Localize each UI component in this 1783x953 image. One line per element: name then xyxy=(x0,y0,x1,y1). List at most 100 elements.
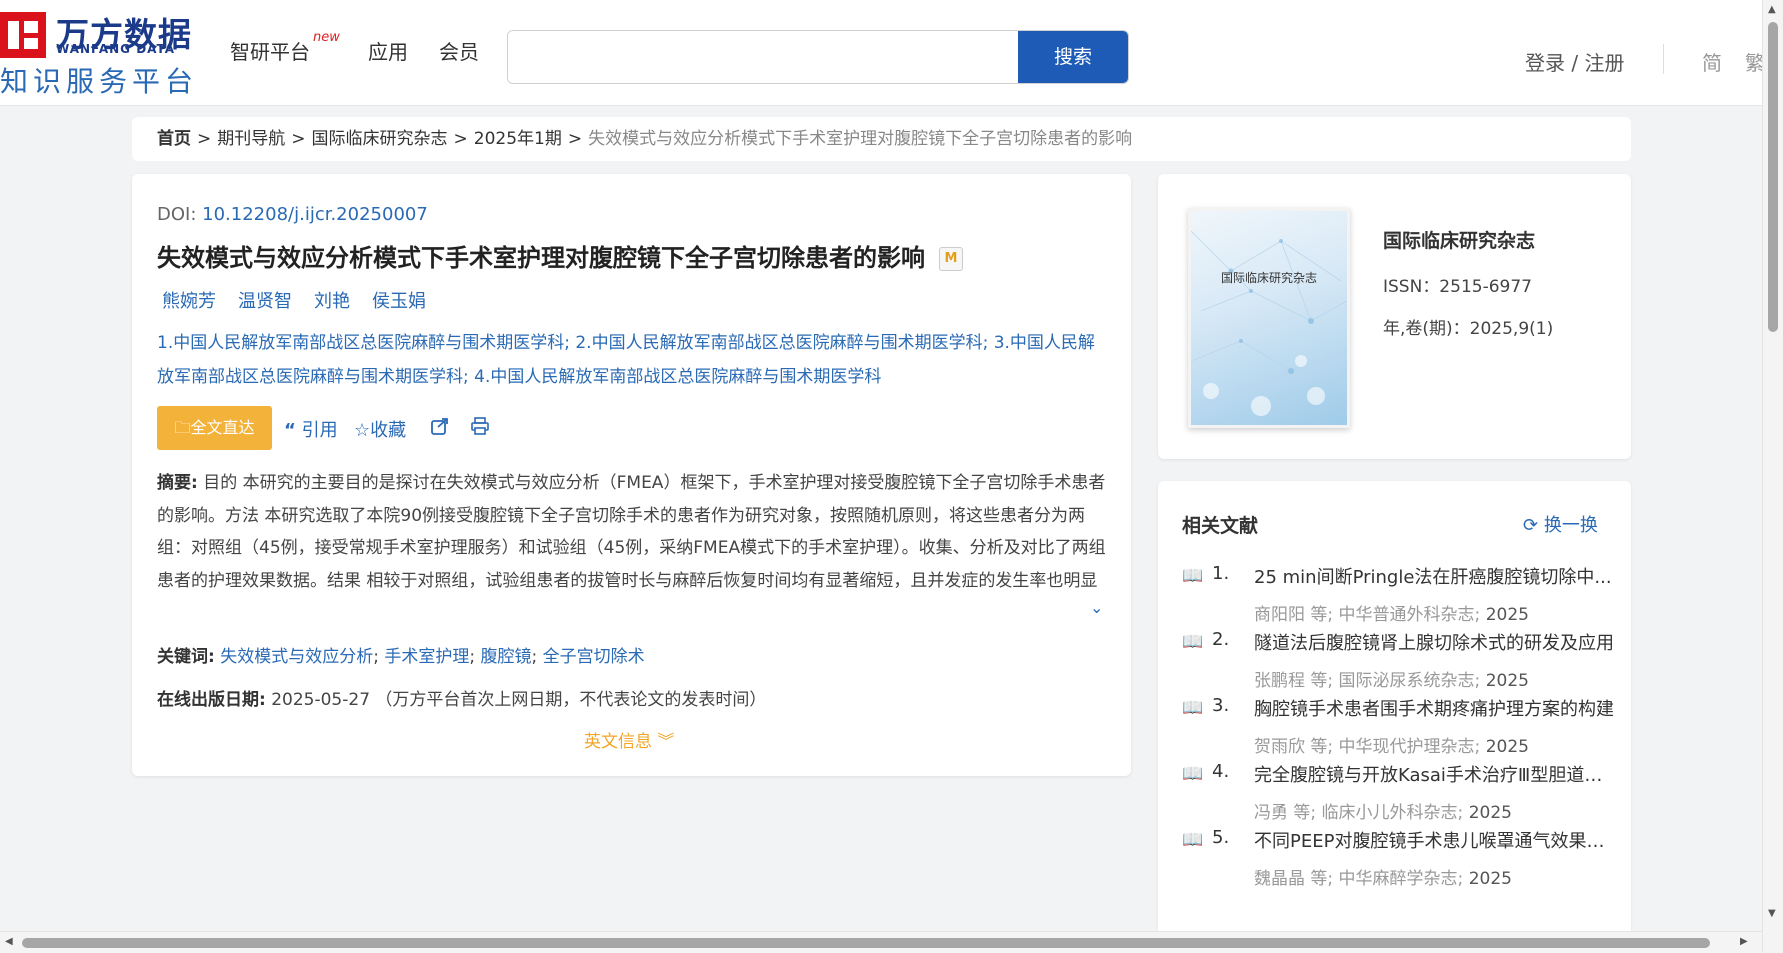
keyword-link[interactable]: 失效模式与效应分析 xyxy=(220,647,373,667)
related-journal[interactable]: 中华麻醉学杂志; xyxy=(1339,869,1464,889)
share-icon[interactable] xyxy=(430,416,450,441)
nav-apps[interactable]: 应用 xyxy=(368,36,408,65)
wanfang-logo[interactable]: 万方数据 WANFANG DATA 知识服务平台 xyxy=(0,8,193,98)
scroll-right-icon[interactable]: ▶ xyxy=(1740,936,1748,947)
nav-zhiyan[interactable]: 智研平台 xyxy=(230,36,310,65)
related-etal: 等; xyxy=(1310,737,1334,757)
related-title: 相关文献 xyxy=(1182,515,1259,537)
expand-abstract-icon[interactable]: ⌄ xyxy=(1090,598,1103,617)
related-item[interactable]: 📖 1. 25 min间断Pringle法在肝癌腹腔镜切除中... 商阳阳 等;… xyxy=(1182,563,1622,629)
book-icon: 📖 xyxy=(1182,698,1204,718)
affiliations[interactable]: 1.中国人民解放军南部战区总医院麻醉与围术期医学科; 2.中国人民解放军南部战区… xyxy=(157,326,1107,394)
related-author[interactable]: 张鹏程 xyxy=(1254,671,1305,691)
pubdate-value: 2025-05-27 xyxy=(271,690,371,710)
fulltext-label: 全文直达 xyxy=(190,418,255,437)
related-year: 2025 xyxy=(1485,605,1529,625)
abstract-label: 摘要: xyxy=(157,473,198,493)
keyword-link[interactable]: 全子宫切除术 xyxy=(543,647,645,667)
related-item-title[interactable]: 胸腔镜手术患者围手术期疼痛护理方案的构建 xyxy=(1254,695,1614,721)
fulltext-button[interactable]: 🗀全文直达 xyxy=(157,406,272,450)
author-link[interactable]: 侯玉娟 xyxy=(372,291,426,312)
journal-cover[interactable]: 国际临床研究杂志 xyxy=(1188,208,1350,428)
breadcrumb-issue[interactable]: 2025年1期 xyxy=(474,129,562,149)
login-register-link[interactable]: 登录 / 注册 xyxy=(1525,47,1624,76)
related-item-title[interactable]: 隧道法后腹腔镜肾上腺切除术式的研发及应用 xyxy=(1254,629,1614,655)
article-title: 失效模式与效应分析模式下手术室护理对腹腔镜下全子宫切除患者的影响 M xyxy=(157,238,963,273)
related-journal[interactable]: 国际泌尿系统杂志; xyxy=(1339,671,1481,691)
scroll-left-icon[interactable]: ◀ xyxy=(5,936,13,947)
related-item[interactable]: 📖 4. 完全腹腔镜与开放Kasai手术治疗Ⅲ型胆道闭... 冯勇 等; 临床小… xyxy=(1182,761,1622,827)
doi-link[interactable]: 10.12208/j.ijcr.20250007 xyxy=(202,204,428,225)
breadcrumb-sep: > xyxy=(567,129,583,149)
print-icon[interactable] xyxy=(470,416,490,441)
related-item-title[interactable]: 25 min间断Pringle法在肝癌腹腔镜切除中... xyxy=(1254,563,1614,589)
lang-simplified[interactable]: 简 xyxy=(1702,47,1722,76)
star-icon: ☆ xyxy=(354,420,371,441)
breadcrumb: 首页 > 期刊导航 > 国际临床研究杂志 >2025年1期 > 失效模式与效应分析模式下手术室… xyxy=(132,117,1631,161)
related-journal[interactable]: 临床小儿外科杂志; xyxy=(1322,803,1464,823)
book-icon: 📖 xyxy=(1182,632,1204,652)
breadcrumb-sep: > xyxy=(291,129,306,149)
author-list: 熊婉芳 温贤智 刘艳 侯玉娟 xyxy=(162,287,448,313)
breadcrumb-journal[interactable]: 国际临床研究杂志 xyxy=(312,129,448,149)
doi-line: DOI: 10.12208/j.ijcr.20250007 xyxy=(157,204,428,225)
keyword-link[interactable]: 腹腔镜 xyxy=(481,647,532,667)
scroll-down-icon[interactable]: ▼ xyxy=(1768,908,1776,919)
related-journal[interactable]: 中华现代护理杂志; xyxy=(1339,737,1481,757)
search-bar: 搜索 xyxy=(507,30,1129,84)
pubdate-note: （万方平台首次上网日期，不代表论文的发表时间） xyxy=(375,690,767,710)
related-literature-card: 相关文献 ⟳ 换一换 📖 1. 25 min间断Pringle法在肝癌腹腔镜切除… xyxy=(1158,481,1631,941)
journal-name[interactable]: 国际临床研究杂志 xyxy=(1383,226,1535,253)
related-num: 3. xyxy=(1212,695,1230,716)
related-year: 2025 xyxy=(1468,869,1512,889)
english-info-label: 英文信息 xyxy=(584,732,652,752)
related-etal: 等; xyxy=(1293,803,1317,823)
related-num: 1. xyxy=(1212,563,1230,584)
nav-member[interactable]: 会员 xyxy=(439,36,479,65)
horizontal-scrollbar[interactable]: ◀ ▶ xyxy=(0,931,1762,953)
refresh-label: 换一换 xyxy=(1543,515,1598,536)
breadcrumb-sep: > xyxy=(453,129,468,149)
vertical-scroll-thumb[interactable] xyxy=(1768,22,1778,332)
related-item[interactable]: 📖 3. 胸腔镜手术患者围手术期疼痛护理方案的构建 贺雨欣 等; 中华现代护理杂… xyxy=(1182,695,1622,761)
top-header: 万方数据 WANFANG DATA 知识服务平台 智研平台 new 应用 会员 … xyxy=(0,0,1765,106)
book-icon: 📖 xyxy=(1182,764,1204,784)
horizontal-scroll-thumb[interactable] xyxy=(22,938,1710,948)
abstract: 摘要: 目的 本研究的主要目的是探讨在失效模式与效应分析（FMEA）框架下，手术… xyxy=(157,467,1107,597)
breadcrumb-journal-nav[interactable]: 期刊导航 xyxy=(217,129,285,149)
related-item[interactable]: 📖 5. 不同PEEP对腹腔镜手术患儿喉罩通气效果的... 魏晶晶 等; 中华麻… xyxy=(1182,827,1622,893)
related-item-meta: 商阳阳 等; 中华普通外科杂志; 2025 xyxy=(1254,600,1529,625)
related-item-title[interactable]: 完全腹腔镜与开放Kasai手术治疗Ⅲ型胆道闭... xyxy=(1254,761,1614,787)
cite-button[interactable]: “ 引用 xyxy=(284,416,338,442)
related-num: 5. xyxy=(1212,827,1230,848)
related-etal: 等; xyxy=(1310,869,1334,889)
related-item-meta: 贺雨欣 等; 中华现代护理杂志; 2025 xyxy=(1254,732,1529,757)
folder-icon: 🗀 xyxy=(174,418,191,437)
abstract-text: 目的 本研究的主要目的是探讨在失效模式与效应分析（FMEA）框架下，手术室护理对… xyxy=(157,473,1106,591)
keyword-link[interactable]: 手术室护理 xyxy=(384,647,469,667)
book-icon: 📖 xyxy=(1182,830,1204,850)
double-chevron-down-icon: ︾ xyxy=(657,732,675,752)
author-link[interactable]: 刘艳 xyxy=(314,291,350,312)
related-num: 4. xyxy=(1212,761,1230,782)
search-input[interactable] xyxy=(508,31,1016,83)
cite-label: 引用 xyxy=(301,420,338,441)
related-item[interactable]: 📖 2. 隧道法后腹腔镜肾上腺切除术式的研发及应用 张鹏程 等; 国际泌尿系统杂… xyxy=(1182,629,1622,695)
related-journal[interactable]: 中华普通外科杂志; xyxy=(1339,605,1481,625)
related-author[interactable]: 魏晶晶 xyxy=(1254,869,1305,889)
related-item-title[interactable]: 不同PEEP对腹腔镜手术患儿喉罩通气效果的... xyxy=(1254,827,1614,853)
scroll-up-icon[interactable]: ▲ xyxy=(1768,4,1776,15)
related-author[interactable]: 贺雨欣 xyxy=(1254,737,1305,757)
breadcrumb-home[interactable]: 首页 xyxy=(157,129,191,149)
english-info-toggle[interactable]: 英文信息 ︾ xyxy=(584,727,674,752)
author-link[interactable]: 熊婉芳 xyxy=(162,291,216,312)
refresh-button[interactable]: ⟳ 换一换 xyxy=(1523,511,1598,537)
author-link[interactable]: 温贤智 xyxy=(238,291,292,312)
related-author[interactable]: 冯勇 xyxy=(1254,803,1288,823)
favorite-button[interactable]: ☆收藏 xyxy=(354,416,406,442)
new-badge: new xyxy=(313,30,340,45)
mobile-badge-icon[interactable]: M xyxy=(939,247,963,271)
vertical-scrollbar[interactable]: ▲ ▼ xyxy=(1762,0,1783,952)
related-author[interactable]: 商阳阳 xyxy=(1254,605,1305,625)
search-button[interactable]: 搜索 xyxy=(1018,31,1128,83)
